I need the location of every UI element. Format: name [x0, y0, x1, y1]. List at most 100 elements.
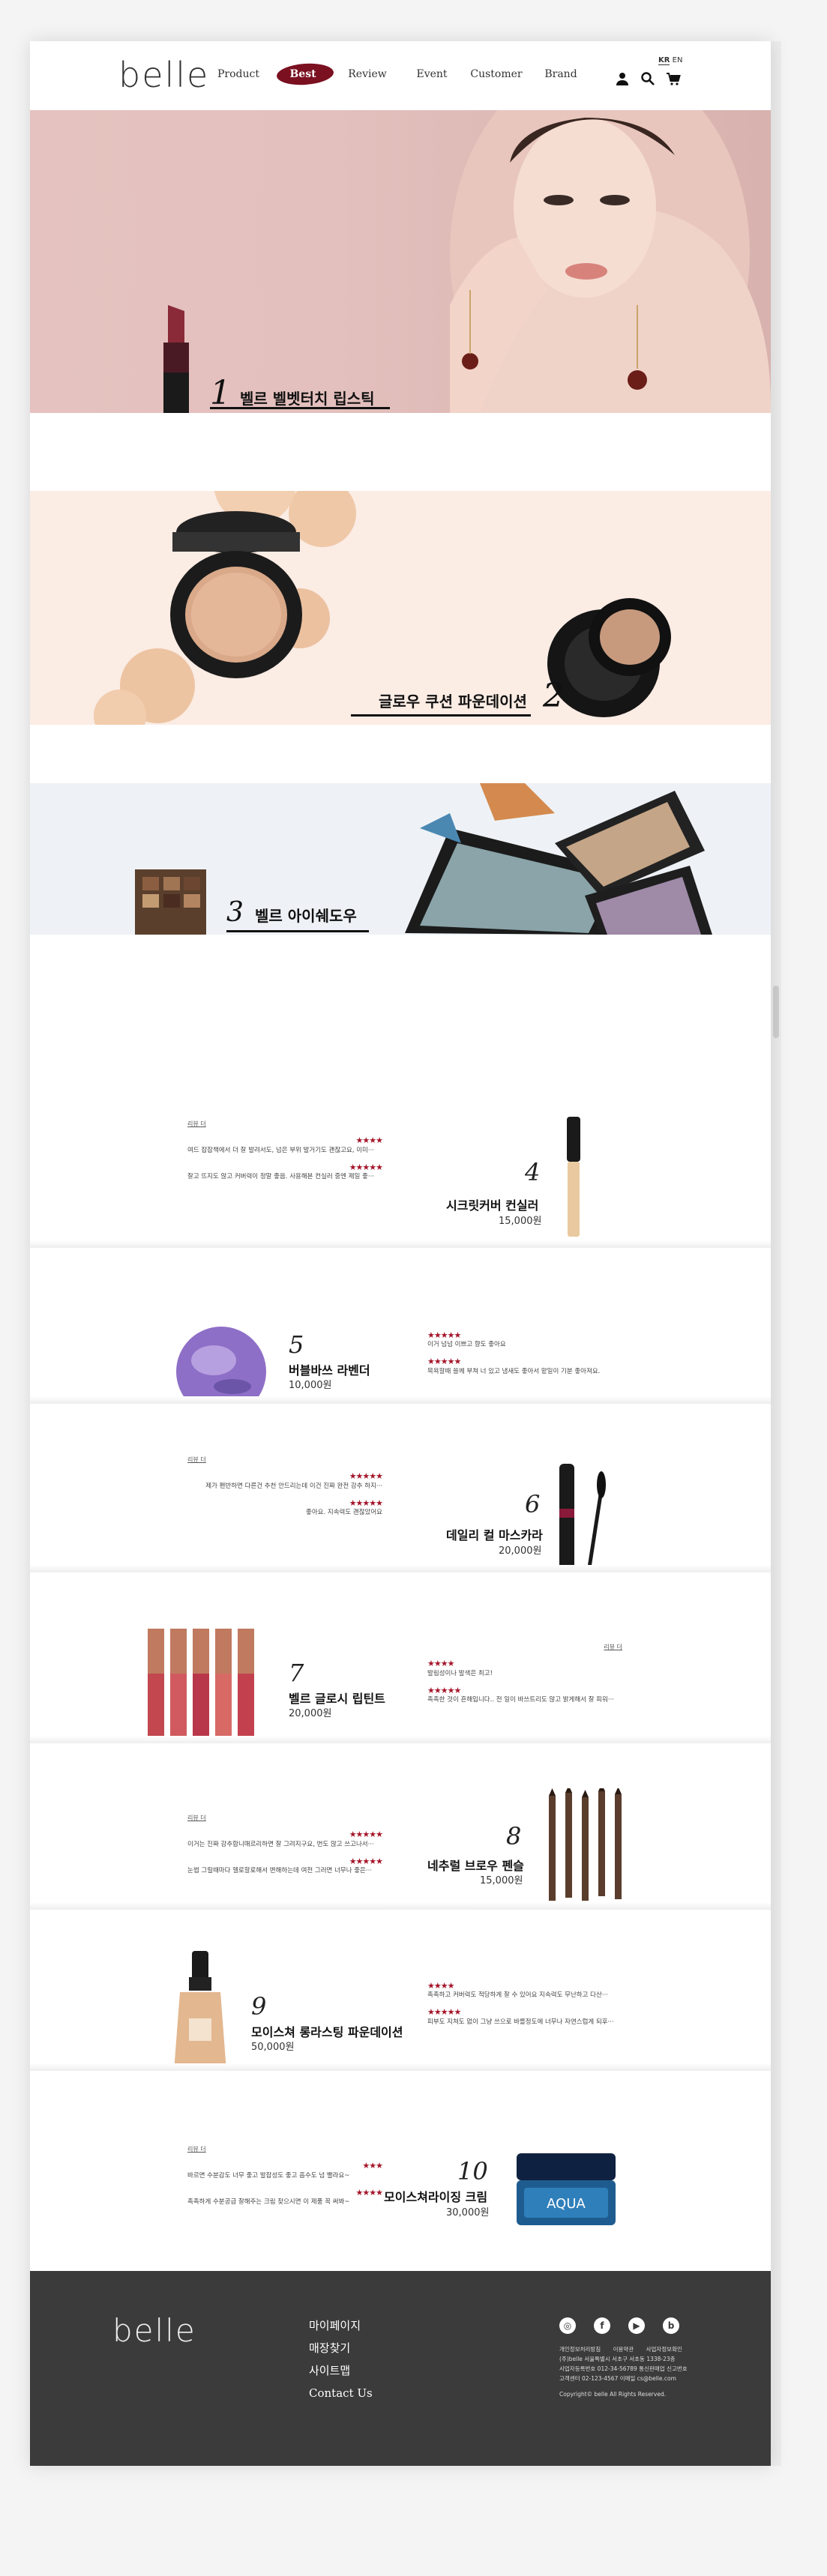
lang-kr[interactable]: KR: [658, 56, 670, 65]
review-more-link[interactable]: 리뷰 더: [427, 1644, 622, 1651]
review-text: 잘고 뜨지도 않고 커버력이 정말 좋음. 사용해본 컨실러 중엔 제일 좋··…: [187, 1173, 374, 1181]
language-switch[interactable]: KR EN: [658, 56, 683, 65]
banner-title: 벨르 아이쉐도우: [255, 907, 357, 925]
rating-stars: ★★★★★: [349, 1830, 383, 1840]
product-name[interactable]: 모이스쳐 롱라스팅 파운데이션: [251, 2022, 403, 2040]
banner-title: 글로우 쿠션 파운데이션: [379, 693, 527, 711]
scrollbar-thumb[interactable]: [773, 986, 779, 1038]
footer-link-contact[interactable]: Contact Us: [309, 2382, 373, 2404]
product-name[interactable]: 버블바쓰 라벤더: [289, 1360, 370, 1378]
footer-link-sitemap[interactable]: 사이트맵: [309, 2359, 373, 2382]
review-more-link[interactable]: 리뷰 더: [187, 2146, 382, 2153]
banner-title: 벨르 벨벳터치 립스틱: [240, 390, 375, 408]
product-row-concealer[interactable]: 리뷰 더 ★★★★ 여드 잡잡책에서 더 잘 발려서도, 넘은 부위 발거기도 …: [30, 1061, 771, 1248]
product-rank: 5: [289, 1330, 304, 1359]
banner-eyeshadow[interactable]: 3 벨르 아이쉐도우: [30, 783, 771, 935]
product-rank: 9: [251, 1992, 267, 2021]
review-text: 촉촉하고 커버력도 적당하게 잘 수 있어요 지속력도 무난하고 다산···: [427, 1991, 608, 2000]
review-text: 이거 넘넘 이쁘고 향도 좋아요: [427, 1341, 506, 1349]
footer-link-mypage[interactable]: 마이페이지: [309, 2314, 373, 2337]
footer-link-stores[interactable]: 매장찾기: [309, 2337, 373, 2359]
product-name[interactable]: 모이스쳐라이징 크림: [384, 2187, 487, 2205]
row-shadow: [30, 2063, 771, 2071]
review-box: 리뷰 더 ★★★★★ 이거는 진짜 강추합니매르리하면 잘 그려지구요, 번도 …: [187, 1815, 383, 1875]
product-price: 20,000원: [289, 1708, 332, 1719]
product-name[interactable]: 네추럴 브로우 펜슬: [427, 1856, 524, 1874]
product-name[interactable]: 시크릿커버 컨실러: [446, 1195, 538, 1213]
concealer-product: [567, 1117, 580, 1237]
review-text: 이거는 진짜 강추합니매르리하면 잘 그려지구요, 번도 않고 쓰고나서···: [187, 1840, 374, 1848]
nav-event[interactable]: Event: [400, 68, 464, 80]
nav-best[interactable]: Best: [271, 68, 335, 80]
product-rank: 8: [506, 1822, 522, 1850]
site-logo[interactable]: belle: [118, 55, 209, 95]
product-row-brow-pencil[interactable]: 리뷰 더 ★★★★★ 이거는 진짜 강추합니매르리하면 잘 그려지구요, 번도 …: [30, 1743, 771, 1910]
rating-stars: ★★★★★: [349, 1497, 383, 1508]
scrollbar-track[interactable]: [771, 41, 781, 2466]
banner-underline: [351, 714, 531, 717]
product-price: 50,000원: [251, 2042, 295, 2053]
review-more-link[interactable]: 리뷰 더: [187, 1456, 382, 1464]
product-name[interactable]: 데일리 컬 마스카라: [446, 1525, 543, 1543]
user-icon[interactable]: [615, 71, 630, 86]
bubble-bath-product: [176, 1327, 266, 1404]
review-box: ★★★★ 촉촉하고 커버력도 적당하게 잘 수 있어요 지속력도 무난하고 다산…: [427, 1981, 622, 2027]
review-more-link[interactable]: 리뷰 더: [187, 1120, 382, 1128]
row-shadow: [30, 1736, 771, 1743]
footer-links: 마이페이지 매장찾기 사이트맵 Contact Us: [309, 2314, 373, 2404]
youtube-icon[interactable]: ▶: [628, 2317, 645, 2334]
rating-stars: ★★★★: [355, 2187, 383, 2198]
nav-customer[interactable]: Customer: [464, 68, 529, 80]
copyright: Copyright© belle All Rights Reserved.: [559, 2391, 667, 2398]
review-box: 리뷰 더 ★★★ 바르면 수분감도 너무 좋고 발잡성도 좋고 흡수도 넘 빨라…: [187, 2146, 383, 2207]
review-more-link[interactable]: 리뷰 더: [187, 1815, 382, 1822]
blog-icon[interactable]: b: [663, 2317, 679, 2334]
rating-stars: ★★★: [362, 2161, 383, 2171]
rating-stars: ★★★★★: [349, 1856, 383, 1866]
product-row-foundation[interactable]: 9 모이스쳐 롱라스팅 파운데이션 50,000원 ★★★★ 촉촉하고 커버력도…: [30, 1910, 771, 2071]
banner-number: 3: [226, 897, 244, 928]
product-price: 30,000원: [446, 2207, 490, 2218]
review-box: 리뷰 더 ★★★★ 여드 잡잡책에서 더 잘 발려서도, 넘은 부위 발거기도 …: [187, 1120, 383, 1181]
cart-icon[interactable]: [666, 71, 681, 86]
banner-lipstick[interactable]: 1 벨르 벨벳터치 립스틱: [30, 110, 771, 413]
rating-stars: ★★★★★: [349, 1471, 383, 1482]
nav-brand[interactable]: Brand: [529, 68, 593, 80]
review-text: 촉촉하게 수분공급 잘해주는 크림 찾으시면 이 제품 꼭 써봐~: [187, 2198, 350, 2207]
review-text: 목욕할때 쓸께 부쳐 너 있고 냄새도 좋아서 맡일이 기분 좋아져요.: [427, 1367, 601, 1375]
banner-underline: [210, 407, 390, 409]
product-name[interactable]: 벨르 글로시 립틴트: [289, 1689, 385, 1707]
product-row-cream[interactable]: 리뷰 더 ★★★ 바르면 수분감도 너무 좋고 발잡성도 좋고 흡수도 넘 빨라…: [30, 2071, 771, 2236]
terms-link[interactable]: 이용약관: [613, 2346, 634, 2353]
product-rank: 7: [289, 1659, 304, 1687]
product-row-lip-tint[interactable]: 7 벨르 글로시 립틴트 20,000원 리뷰 더 ★★★★ 발림성이나 발색은…: [30, 1572, 771, 1743]
banner-cushion[interactable]: 글로우 쿠션 파운데이션 2: [30, 491, 771, 725]
nav-product[interactable]: Product: [206, 68, 271, 80]
product-row-bubble-bath[interactable]: 5 버블바쓰 라벤더 10,000원 ★★★★★ 이거 넘넘 이쁘고 향도 좋아…: [30, 1248, 771, 1404]
instagram-icon[interactable]: ◎: [559, 2317, 576, 2334]
privacy-link[interactable]: 개인정보처리방침: [559, 2346, 601, 2353]
nav-review[interactable]: Review: [335, 68, 400, 80]
business-info-link[interactable]: 사업자정보확인: [646, 2346, 682, 2353]
facebook-icon[interactable]: f: [594, 2317, 610, 2334]
rating-stars: ★★★★★: [427, 1330, 461, 1340]
review-text: 눈썹 그릴때마다 헬로할로해서 변해하는데 여전 그러면 너무나 좋은···: [187, 1867, 372, 1875]
product-price: 15,000원: [499, 1216, 542, 1227]
review-text: 피부도 지쳐도 없이 그냥 쓰으로 바를정도에 너무나 자연스럽게 되후···: [427, 2018, 614, 2026]
footer-social: ◎ f ▶ b: [559, 2317, 679, 2334]
footer-logo[interactable]: belle: [112, 2312, 196, 2349]
review-text: 여드 잡잡책에서 더 잘 발려서도, 넘은 부위 발거기도 괜찮고요, 이미··…: [187, 1146, 374, 1154]
search-icon[interactable]: [640, 71, 655, 86]
row-shadow: [30, 1565, 771, 1572]
banner-caption: 글로우 쿠션 파운데이션 2: [379, 677, 564, 715]
review-text: 촉촉한 것이 흔해입니다.. 전 일이 바쓰트리도 않고 밝게해서 잘 피워··…: [427, 1696, 614, 1704]
lipstick-product: [163, 305, 189, 413]
product-price: 20,000원: [499, 1545, 542, 1557]
review-box: 리뷰 더 ★★★★★ 제가 펜반하면 다른건 추천 안드리는데 이건 진짜 완전…: [187, 1456, 383, 1517]
product-rank: 6: [525, 1490, 541, 1518]
rating-stars: ★★★★★: [427, 1357, 461, 1367]
lang-en[interactable]: EN: [673, 56, 683, 64]
product-rank: 4: [525, 1158, 541, 1186]
product-row-mascara[interactable]: 리뷰 더 ★★★★★ 제가 펜반하면 다른건 추천 안드리는데 이건 진짜 완전…: [30, 1404, 771, 1572]
site-header: belle Product Best Review Event Customer…: [30, 41, 771, 110]
